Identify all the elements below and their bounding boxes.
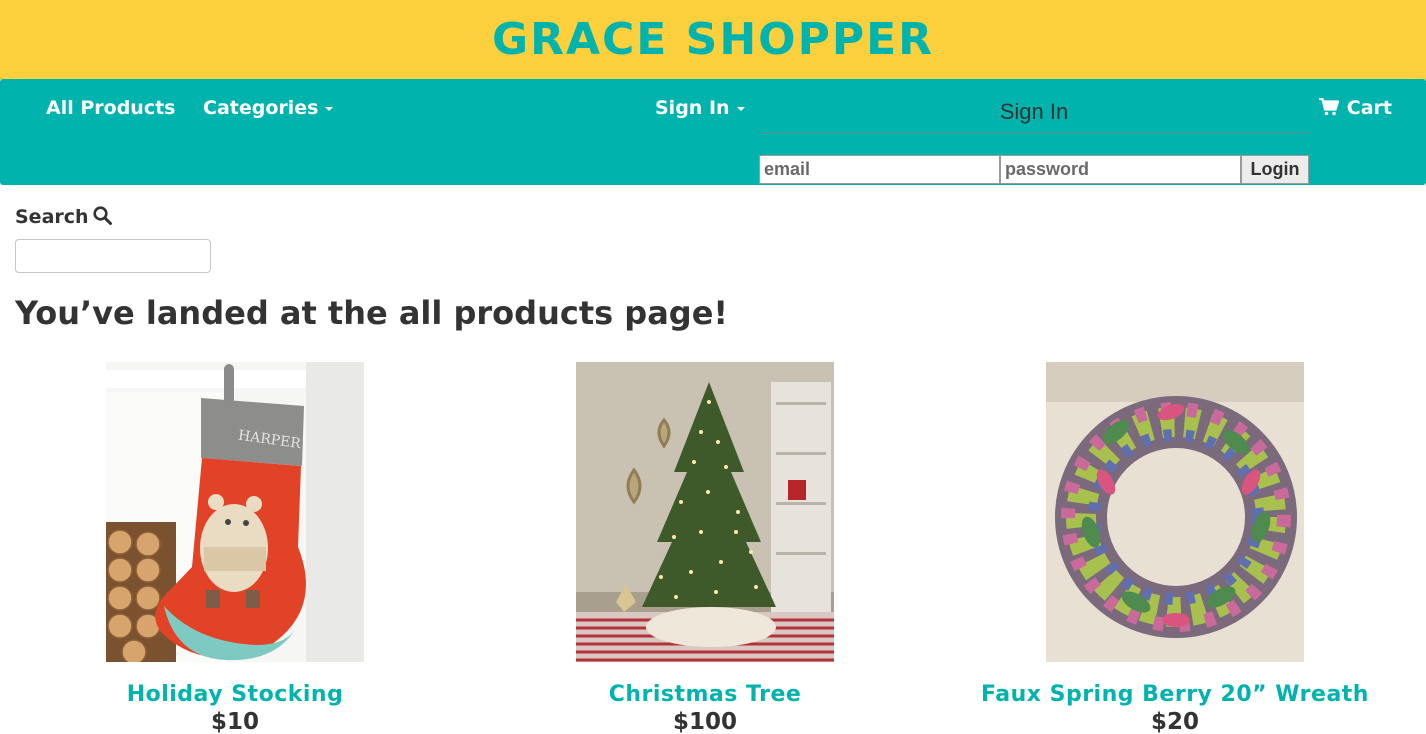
product-name-link[interactable]: Holiday Stocking [0, 682, 470, 707]
page-heading: You’ve landed at the all products page! [15, 294, 728, 332]
product-price: $10 [210, 709, 259, 734]
search-label: Search [15, 206, 112, 230]
nav-all-products-label: All Products [46, 97, 176, 119]
shopping-cart-icon [1318, 97, 1339, 121]
product-card: HARPER Holiday Stocking $10 [0, 362, 470, 734]
sign-in-divider [759, 132, 1309, 133]
caret-down-icon [325, 106, 334, 111]
search-label-text: Search [15, 206, 89, 228]
nav-all-products[interactable]: All Products [46, 97, 175, 119]
product-price: $100 [672, 709, 737, 734]
nav-cart-label: Cart [1346, 97, 1392, 119]
login-button[interactable]: Login [1241, 155, 1309, 184]
magnifier-icon [92, 206, 112, 230]
product-image-tree[interactable] [576, 362, 834, 662]
search-input[interactable] [15, 239, 211, 273]
main-navbar: All Products Categories Sign In Sign In … [0, 79, 1426, 185]
password-field[interactable] [1000, 155, 1241, 184]
site-banner: GRACE SHOPPER [0, 0, 1426, 80]
brand-title[interactable]: GRACE SHOPPER [492, 14, 934, 65]
product-image-wreath[interactable] [1046, 362, 1304, 662]
nav-categories-label: Categories [203, 97, 319, 119]
sign-in-panel-title: Sign In [999, 99, 1069, 124]
nav-sign-in-dropdown[interactable]: Sign In [655, 97, 745, 119]
product-name-link[interactable]: Faux Spring Berry 20” Wreath [940, 682, 1410, 707]
sign-in-panel: Sign In Login [759, 79, 1309, 185]
product-name-link[interactable]: Christmas Tree [470, 682, 940, 707]
nav-sign-in-label: Sign In [655, 97, 730, 119]
product-card: Faux Spring Berry 20” Wreath $20 [940, 362, 1410, 734]
email-field[interactable] [759, 155, 1000, 184]
nav-categories-dropdown[interactable]: Categories [203, 97, 334, 119]
product-price: $20 [1150, 709, 1199, 734]
caret-down-icon [736, 106, 745, 111]
page: GRACE SHOPPER All Products Categories Si… [0, 0, 1426, 734]
product-card: Christmas Tree $100 [470, 362, 940, 734]
nav-cart[interactable]: Cart [1318, 97, 1392, 121]
product-image-stocking[interactable]: HARPER [106, 362, 364, 662]
